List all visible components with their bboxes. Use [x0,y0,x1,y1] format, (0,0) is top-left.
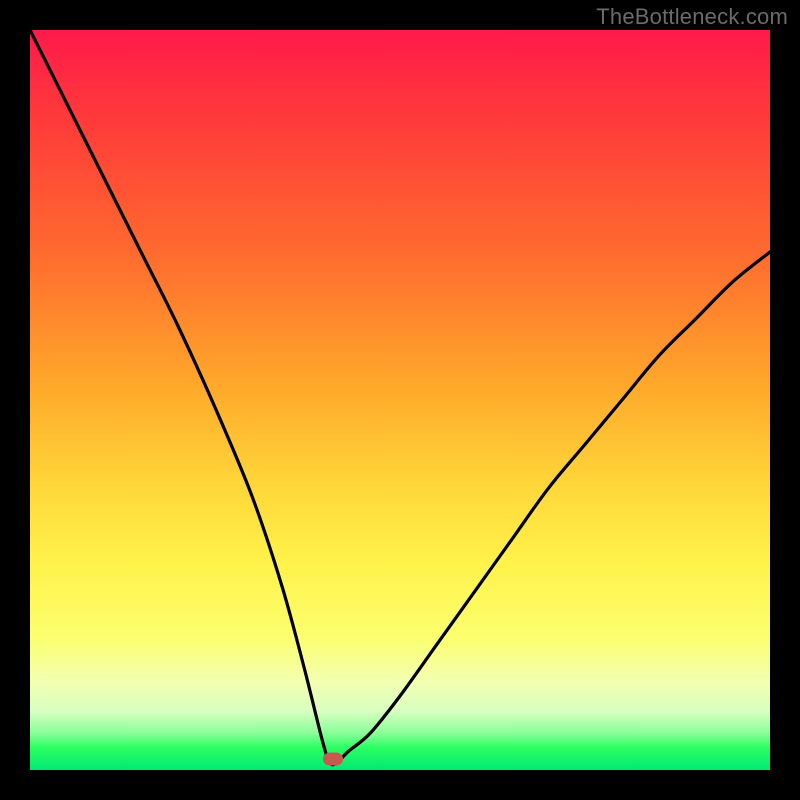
bottleneck-curve-path [30,30,770,765]
plot-area [30,30,770,770]
optimum-marker [323,752,343,765]
curve-svg [30,30,770,770]
chart-frame: TheBottleneck.com [0,0,800,800]
watermark-text: TheBottleneck.com [596,4,788,30]
